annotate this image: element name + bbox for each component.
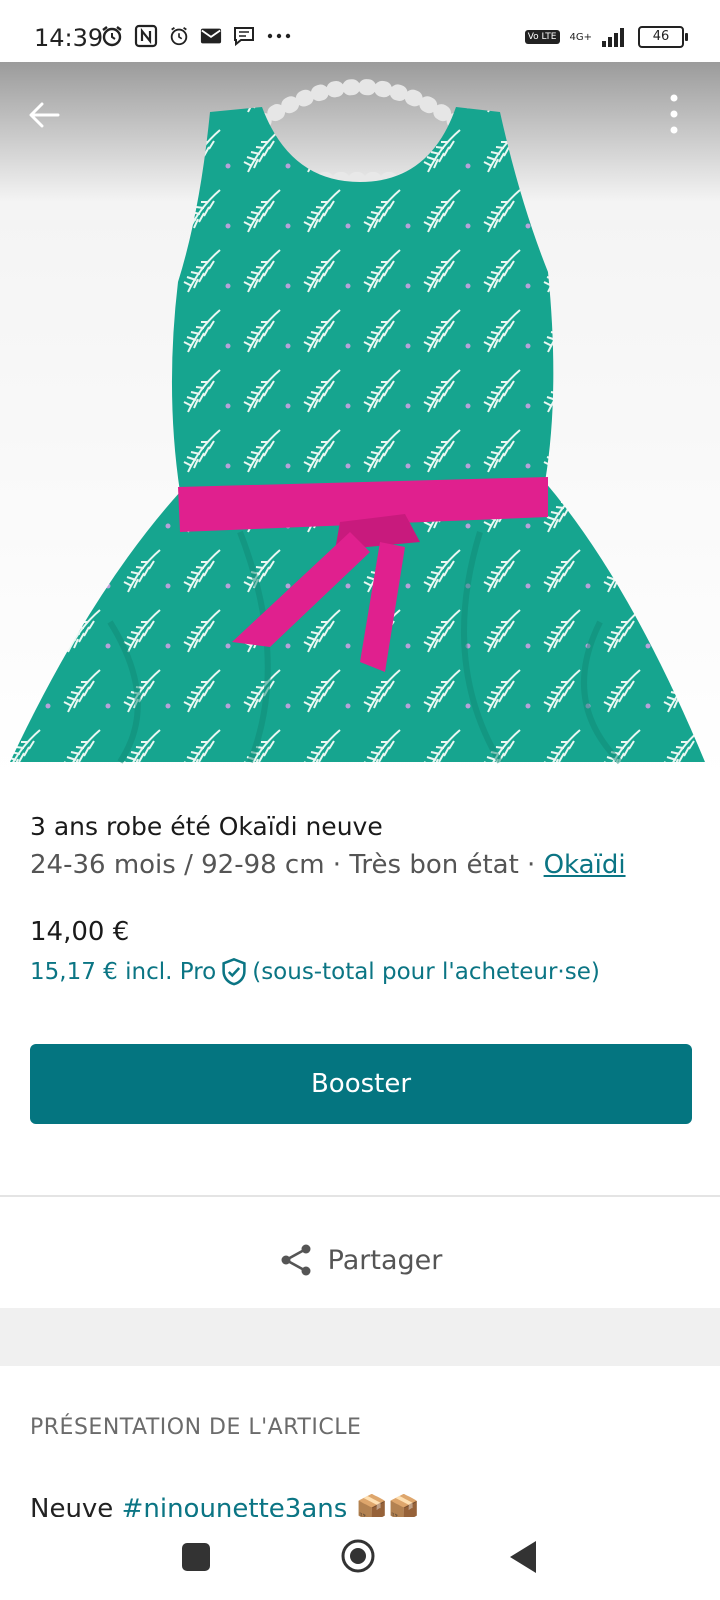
more-notifications-icon [267, 33, 291, 39]
mail-icon [200, 28, 222, 44]
share-label: Partager [327, 1244, 443, 1276]
status-notification-icons [100, 24, 292, 48]
network-type: 4G+ [569, 31, 593, 43]
share-icon [281, 1244, 311, 1276]
alarm-icon [102, 26, 122, 47]
signal-icon [602, 28, 624, 47]
hashtag-link[interactable]: #ninounette3ans [122, 1494, 348, 1517]
package-emoji: 📦📦 [355, 1494, 421, 1517]
status-bar: 14:39 Vo LTE 4G+ 46 [0, 0, 720, 62]
product-photo[interactable] [0, 62, 720, 782]
nfc-icon [134, 24, 158, 48]
listing-size-condition: 24-36 mois / 92-98 cm · Très bon état · [30, 850, 544, 880]
listing-details: 24-36 mois / 92-98 cm · Très bon état · … [30, 850, 626, 880]
status-system-icons: Vo LTE 4G+ 46 [524, 26, 688, 48]
home-button[interactable] [340, 1538, 376, 1574]
battery-indicator: 46 [638, 26, 688, 48]
back-arrow-icon[interactable] [24, 95, 64, 135]
more-options-icon[interactable] [664, 92, 684, 136]
divider [0, 1195, 720, 1197]
section-separator [0, 1308, 720, 1366]
booster-button[interactable]: Booster [30, 1044, 692, 1124]
listing-title: 3 ans robe été Okaïdi neuve [30, 812, 383, 841]
description-section-title: PRÉSENTATION DE L'ARTICLE [30, 1415, 362, 1440]
pro-price: 15,17 € incl. Pro [30, 959, 217, 985]
volte-badge: Vo LTE [524, 30, 560, 44]
description-text: Neuve #ninounette3ans 📦📦 [30, 1492, 420, 1517]
pro-price-line[interactable]: 15,17 € incl. Pro (sous-total pour l'ach… [30, 957, 600, 987]
nav-back-button[interactable] [506, 1539, 540, 1575]
listing-price: 14,00 € [30, 917, 130, 947]
pro-note: (sous-total pour l'acheteur·se) [252, 959, 600, 985]
shield-check-icon [222, 957, 246, 986]
status-time: 14:39 [34, 24, 104, 52]
dress-image [10, 79, 705, 765]
recent-apps-button[interactable] [182, 1543, 210, 1571]
chat-bubble-icon [234, 27, 254, 47]
brand-link[interactable]: Okaïdi [544, 850, 626, 880]
share-button[interactable]: Partager [0, 1220, 720, 1300]
alarm-clock-icon [170, 26, 188, 46]
description-start: Neuve [30, 1494, 122, 1517]
